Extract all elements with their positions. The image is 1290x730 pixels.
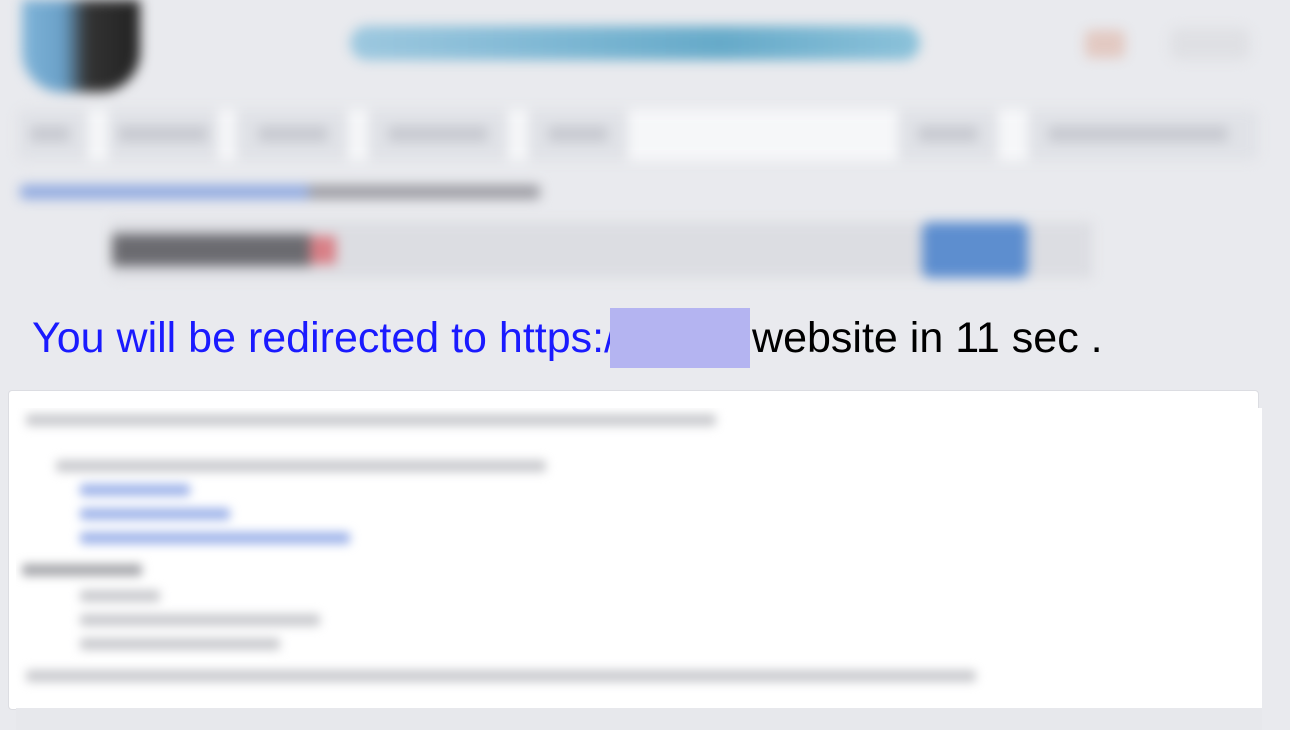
text-line: [80, 638, 280, 650]
blurred-card-text: [16, 408, 1262, 730]
nav-item: [388, 126, 488, 142]
text-line: [26, 414, 716, 426]
nav-divider: [218, 110, 236, 160]
redacted-domain: [610, 308, 751, 368]
card-footer-strip: [16, 708, 1262, 730]
blurred-site-header: [0, 0, 1290, 278]
nav-divider: [88, 110, 108, 160]
nav-item: [30, 126, 70, 142]
nav-divider: [348, 110, 368, 160]
nav-divider: [508, 110, 528, 160]
toolbar-title: [112, 234, 312, 266]
nav-item: [548, 126, 608, 142]
nav-item: [118, 126, 208, 142]
text-line: [22, 564, 142, 576]
nav-search-field: [628, 110, 898, 160]
breadcrumb: [20, 185, 540, 199]
redirect-page: You will be redirected to https:/ website…: [0, 0, 1290, 730]
notification-icon: [1085, 30, 1125, 58]
toolbar-badge: [310, 236, 336, 264]
redirect-link-text[interactable]: You will be redirected to https:/: [32, 314, 616, 362]
nav-item: [918, 126, 978, 142]
user-icon: [1170, 28, 1250, 60]
nav-item: [258, 126, 328, 142]
text-line: [80, 614, 320, 626]
redirect-countdown-text: website in 11 sec .: [752, 314, 1103, 362]
card-body: [16, 408, 1262, 730]
text-line: [80, 590, 160, 602]
link-line: [80, 532, 350, 544]
search-bar: [350, 26, 920, 60]
text-line: [56, 460, 546, 472]
link-line: [80, 508, 230, 520]
link-line: [80, 484, 190, 496]
site-logo-icon: [22, 0, 140, 92]
nav-bar: [18, 110, 1258, 160]
blurred-toolbar: [112, 222, 1092, 278]
toolbar-button: [922, 222, 1028, 278]
nav-item: [1048, 126, 1228, 142]
redirect-message: You will be redirected to https:/ website…: [32, 308, 1103, 368]
text-line: [26, 670, 976, 682]
nav-divider: [998, 110, 1028, 160]
